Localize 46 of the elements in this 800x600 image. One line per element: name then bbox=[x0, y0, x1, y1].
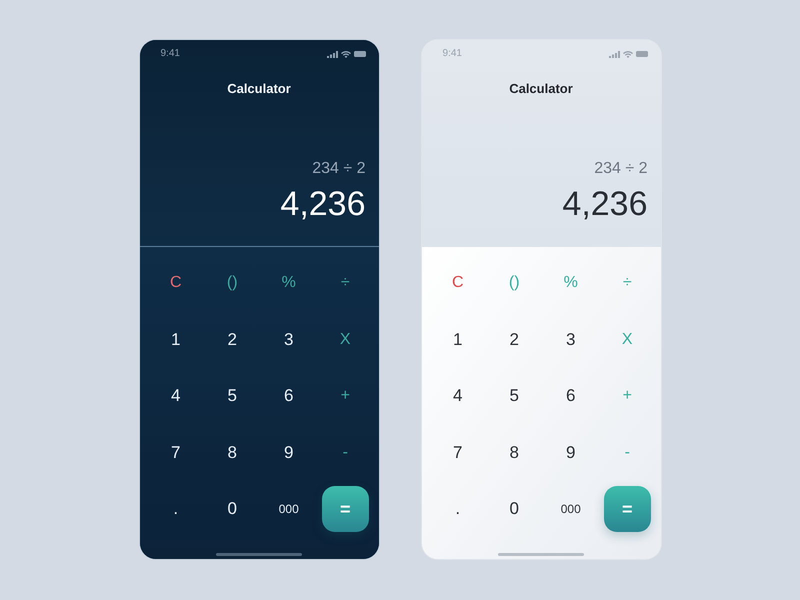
digit-key[interactable]: 3 bbox=[563, 330, 578, 350]
status-time: 9:41 bbox=[160, 49, 180, 59]
battery-icon bbox=[636, 51, 648, 57]
digit-key[interactable]: 6 bbox=[563, 386, 578, 406]
digit-key[interactable]: 2 bbox=[506, 330, 522, 350]
battery-icon bbox=[354, 51, 366, 57]
digit-key[interactable]: 5 bbox=[506, 386, 522, 406]
digit-key[interactable]: 1 bbox=[168, 330, 184, 350]
digit-key[interactable]: 8 bbox=[506, 442, 522, 463]
digit-key[interactable]: 5 bbox=[224, 386, 240, 406]
digit-key[interactable]: 4 bbox=[168, 386, 184, 406]
digit-key[interactable]: 000 bbox=[558, 501, 584, 518]
operator-key[interactable]: X bbox=[336, 330, 354, 350]
clear-key[interactable]: C bbox=[166, 273, 185, 294]
digit-key[interactable]: 1 bbox=[450, 330, 466, 350]
operator-key[interactable]: % bbox=[278, 273, 299, 294]
digit-key[interactable]: 7 bbox=[168, 442, 184, 463]
status-time: 9:41 bbox=[442, 49, 462, 59]
signal-icon bbox=[326, 50, 338, 58]
digit-key[interactable]: 7 bbox=[450, 442, 466, 463]
digit-key[interactable]: 2 bbox=[224, 330, 240, 350]
digit-key[interactable]: . bbox=[452, 499, 464, 520]
expression-text: 234 ÷ 2 bbox=[312, 159, 366, 179]
digit-key[interactable]: 4 bbox=[450, 386, 466, 406]
digit-key[interactable]: 6 bbox=[281, 386, 296, 406]
digit-key[interactable]: 9 bbox=[563, 442, 578, 463]
digit-key[interactable]: 0 bbox=[506, 499, 522, 520]
wifi-icon bbox=[622, 50, 632, 58]
signal-icon bbox=[608, 50, 620, 58]
digit-key[interactable]: . bbox=[170, 499, 182, 520]
digit-key[interactable]: 8 bbox=[224, 442, 240, 463]
expression-text: 234 ÷ 2 bbox=[594, 159, 648, 179]
operator-key[interactable]: + bbox=[338, 386, 353, 406]
clear-key[interactable]: C bbox=[448, 273, 467, 294]
app-title: Calculator bbox=[509, 80, 573, 98]
digit-key[interactable]: 3 bbox=[281, 330, 296, 350]
digit-key[interactable]: 0 bbox=[224, 499, 240, 520]
operator-key[interactable]: () bbox=[224, 273, 241, 294]
digit-key[interactable]: 9 bbox=[281, 442, 296, 463]
operator-key[interactable]: ÷ bbox=[338, 273, 353, 294]
result-text: 4,236 bbox=[562, 184, 648, 224]
operator-key[interactable]: - bbox=[340, 442, 351, 463]
wifi-icon bbox=[340, 50, 350, 58]
app-title: Calculator bbox=[227, 80, 291, 98]
digit-key[interactable]: 000 bbox=[276, 501, 302, 518]
result-text: 4,236 bbox=[280, 184, 366, 224]
